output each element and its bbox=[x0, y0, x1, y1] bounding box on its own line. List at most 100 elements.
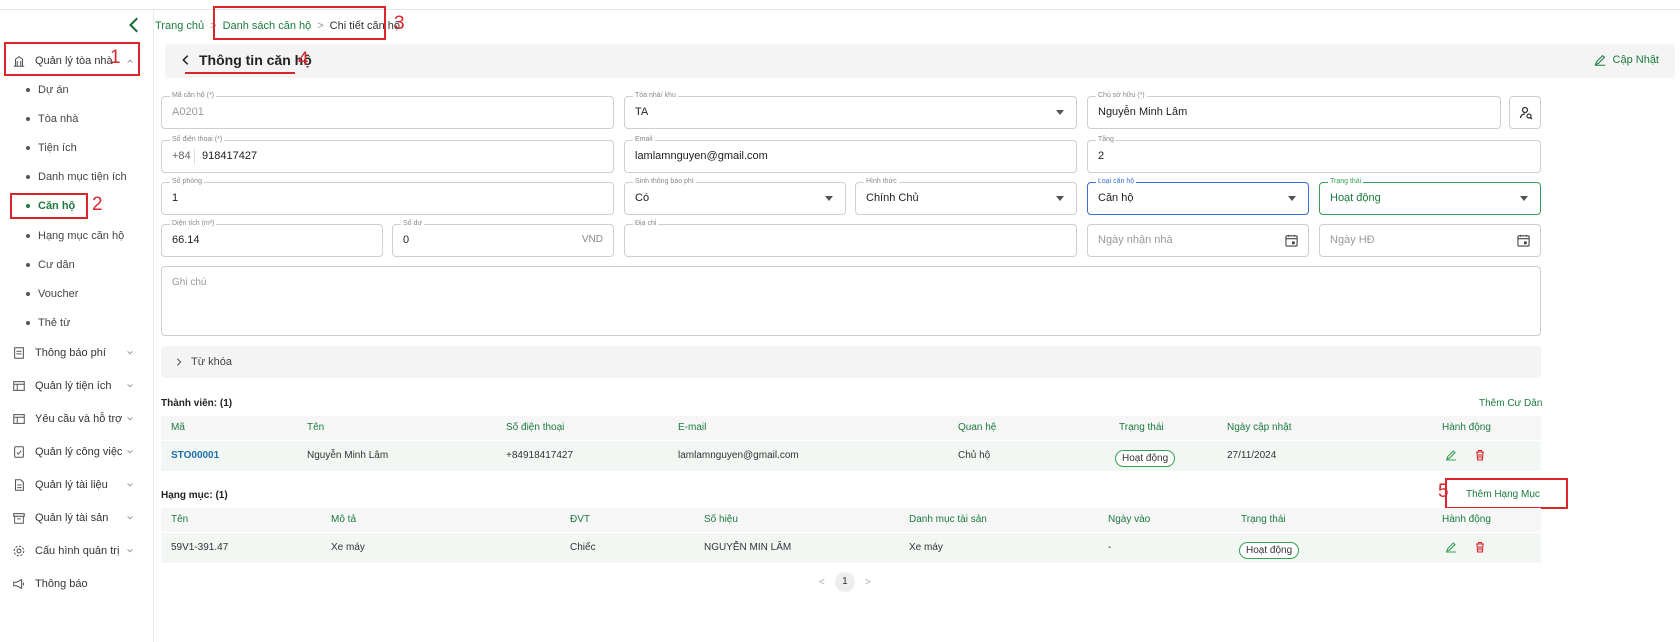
calendar-icon[interactable] bbox=[1285, 234, 1298, 247]
status-select[interactable]: Trạng thái Hoạt động bbox=[1319, 177, 1541, 215]
apartment-code-field[interactable]: Mã căn hộ (*) A0201 bbox=[161, 91, 614, 129]
calendar-icon[interactable] bbox=[1517, 234, 1530, 247]
edit-icon[interactable] bbox=[1445, 541, 1457, 553]
update-button[interactable]: Cập Nhật bbox=[1593, 53, 1659, 67]
breadcrumb-home[interactable]: Trang chủ bbox=[155, 20, 204, 32]
column-header: Tên bbox=[307, 422, 325, 433]
caret-down-icon bbox=[1520, 196, 1528, 201]
notes-placeholder: Ghi chú bbox=[172, 277, 207, 288]
gear-icon bbox=[13, 545, 25, 557]
owner-search-button[interactable] bbox=[1509, 96, 1541, 129]
nav-group-notifications[interactable]: Thông báo bbox=[4, 569, 144, 599]
sidebar-item-apartments[interactable]: Căn hộ bbox=[26, 194, 75, 218]
address-field[interactable]: Địa chỉ bbox=[624, 219, 1077, 257]
top-bar bbox=[0, 0, 1680, 10]
building-icon bbox=[13, 55, 25, 67]
pagination-prev[interactable]: < bbox=[819, 577, 825, 588]
nav-group-documents[interactable]: Quản lý tài liệu bbox=[4, 470, 144, 500]
sidebar-item-cards[interactable]: Thẻ từ bbox=[26, 311, 70, 335]
nav-group-label: Quản lý tài sản bbox=[35, 512, 109, 524]
column-header: E-mail bbox=[678, 422, 707, 433]
field-label: Sinh thông báo phí bbox=[633, 177, 696, 187]
sidebar-item-buildings[interactable]: Tòa nhà bbox=[26, 107, 78, 131]
pagination-next[interactable]: > bbox=[865, 577, 871, 588]
field-value: Căn hộ bbox=[1098, 192, 1134, 204]
nav-group-label: Cấu hình quản trị bbox=[35, 545, 120, 557]
document-icon bbox=[14, 479, 24, 491]
nav-group-fee-notice[interactable]: Thông báo phí bbox=[4, 338, 144, 368]
building-select[interactable]: Tòa nhà/ khu TA bbox=[624, 91, 1077, 129]
column-header: Tên bbox=[171, 514, 189, 525]
member-updated-date: 27/11/2024 bbox=[1227, 450, 1277, 461]
balance-field[interactable]: Số dư 0 VND bbox=[392, 219, 614, 257]
field-label: Số điện thoại (*) bbox=[170, 135, 225, 145]
nav-group-label: Quản lý tiện ích bbox=[35, 380, 112, 392]
column-header: Hành động bbox=[1442, 514, 1491, 525]
field-label: Email bbox=[633, 135, 655, 145]
edit-icon[interactable] bbox=[1445, 449, 1457, 461]
add-resident-button[interactable]: Thêm Cư Dân bbox=[1479, 398, 1542, 409]
trash-icon[interactable] bbox=[1474, 449, 1486, 461]
sidebar-item-apartment-categories[interactable]: Hạng mục căn hộ bbox=[26, 224, 124, 248]
phone-field[interactable]: Số điện thoại (*) +84 918417427 bbox=[161, 135, 614, 173]
section-count: (1) bbox=[215, 490, 228, 501]
nav-group-tasks[interactable]: Quản lý công việc bbox=[4, 437, 144, 467]
column-header: Hành động bbox=[1442, 422, 1491, 433]
nav-group-utility-management[interactable]: Quản lý tiện ích bbox=[4, 371, 144, 401]
fee-notice-select[interactable]: Sinh thông báo phí Có bbox=[624, 177, 846, 215]
keyword-expander[interactable]: Từ khóa bbox=[161, 346, 1541, 378]
column-header: Danh mục tài sản bbox=[909, 514, 987, 525]
collapse-sidebar-icon[interactable] bbox=[126, 16, 144, 34]
receive-date-picker[interactable]: Ngày nhận nhà bbox=[1087, 224, 1309, 257]
column-header: Quan hệ bbox=[958, 422, 997, 433]
field-value: Hoạt động bbox=[1330, 192, 1381, 204]
field-label: Số dư bbox=[401, 219, 425, 229]
sidebar-item-utility-categories[interactable]: Danh mục tiện ích bbox=[26, 165, 127, 189]
column-header: Trạng thái bbox=[1119, 422, 1164, 433]
nav-group-assets[interactable]: Quản lý tài sản bbox=[4, 503, 144, 533]
field-value: lamlamnguyen@gmail.com bbox=[635, 150, 768, 162]
sidebar-item-projects[interactable]: Dự án bbox=[26, 78, 69, 102]
member-code-link[interactable]: STO00001 bbox=[171, 450, 219, 461]
floor-field[interactable]: Tầng 2 bbox=[1087, 135, 1541, 173]
area-field[interactable]: Diện tích (m²) 66.14 bbox=[161, 219, 383, 257]
items-section-title: Hạng mục: (1) bbox=[161, 490, 228, 501]
field-label: Diện tích (m²) bbox=[170, 219, 217, 229]
column-header: Ngày vào bbox=[1108, 514, 1151, 525]
chevron-right-icon bbox=[177, 358, 182, 366]
room-number-field[interactable]: Số phòng 1 bbox=[161, 177, 614, 215]
sidebar-item-utilities[interactable]: Tiện ích bbox=[26, 136, 77, 160]
contract-date-picker[interactable]: Ngày HĐ bbox=[1319, 224, 1541, 257]
items-table-header: Tên Mô tả ĐVT Số hiệu Danh mục tài sản N… bbox=[161, 508, 1541, 532]
item-category: Xe máy bbox=[909, 542, 943, 553]
field-value: TA bbox=[635, 106, 649, 118]
chevron-down-icon bbox=[127, 483, 133, 487]
trash-icon[interactable] bbox=[1474, 541, 1486, 553]
table-icon bbox=[13, 381, 25, 391]
pagination-page[interactable]: 1 bbox=[834, 572, 855, 592]
field-value: 1 bbox=[172, 192, 179, 204]
breadcrumb-apartment-list[interactable]: Danh sách căn hộ bbox=[223, 20, 312, 32]
annotation-number-5: 5 bbox=[1438, 481, 1449, 502]
sidebar-item-voucher[interactable]: Voucher bbox=[26, 282, 78, 306]
chevron-down-icon bbox=[127, 417, 133, 421]
task-icon bbox=[14, 446, 24, 458]
owner-field[interactable]: Chủ sở hữu (*) Nguyễn Minh Lâm bbox=[1087, 91, 1501, 129]
bullet-icon bbox=[26, 88, 30, 92]
sidebar-item-residents[interactable]: Cư dân bbox=[26, 253, 75, 277]
apartment-type-select[interactable]: Loại căn hộ Căn hộ bbox=[1087, 177, 1309, 215]
nav-group-admin-config[interactable]: Cấu hình quản trị bbox=[4, 536, 144, 566]
nav-group-building-management[interactable]: Quản lý tòa nhà bbox=[4, 46, 144, 76]
sidebar-item-label: Dự án bbox=[38, 84, 69, 96]
field-label: Tòa nhà/ khu bbox=[633, 91, 678, 101]
nav-group-requests[interactable]: Yêu cầu và hỗ trợ bbox=[4, 404, 144, 434]
column-header: Mô tả bbox=[331, 514, 357, 525]
column-header: ĐVT bbox=[570, 514, 590, 525]
email-field[interactable]: Email lamlamnguyen@gmail.com bbox=[624, 135, 1077, 173]
nav-group-label: Yêu cầu và hỗ trợ bbox=[35, 413, 123, 425]
back-icon[interactable] bbox=[179, 53, 193, 67]
chevron-up-icon bbox=[127, 59, 133, 63]
ownership-form-select[interactable]: Hình thức Chính Chủ bbox=[855, 177, 1077, 215]
notes-textarea[interactable]: Ghi chú bbox=[161, 266, 1541, 336]
add-item-button[interactable]: Thêm Hạng Mục bbox=[1466, 489, 1540, 500]
